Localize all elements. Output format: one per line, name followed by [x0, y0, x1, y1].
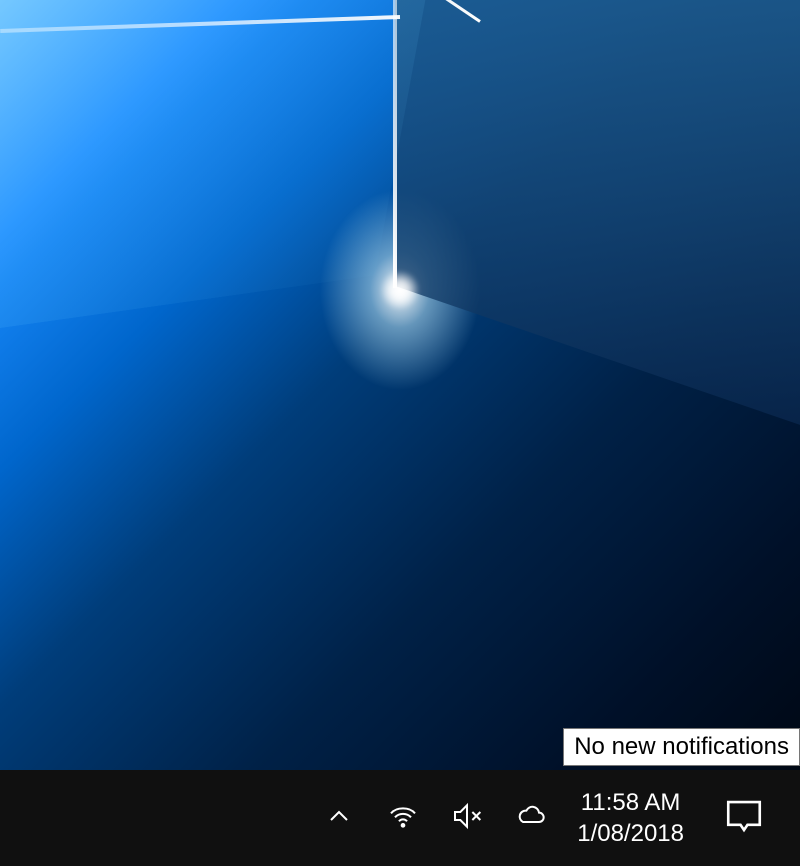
notification-icon: [723, 795, 765, 842]
cloud-icon: [515, 800, 547, 837]
wifi-icon: [387, 800, 419, 837]
network-tray-button[interactable]: [371, 770, 435, 866]
clock-time: 11:58 AM: [581, 787, 681, 818]
action-center-button[interactable]: [698, 770, 790, 866]
taskbar-clock[interactable]: 11:58 AM 1/08/2018: [563, 770, 698, 866]
taskbar: 11:58 AM 1/08/2018: [0, 770, 800, 866]
wallpaper-decoration: [395, 0, 800, 430]
clock-date: 1/08/2018: [577, 818, 684, 849]
volume-tray-button[interactable]: [435, 770, 499, 866]
tray-overflow-button[interactable]: [307, 770, 371, 866]
action-center-tooltip: No new notifications: [563, 728, 800, 766]
chevron-up-icon: [323, 800, 355, 837]
wallpaper-decoration: [393, 0, 397, 288]
volume-muted-icon: [451, 800, 483, 837]
onedrive-tray-button[interactable]: [499, 770, 563, 866]
wallpaper-decoration: [380, 270, 420, 310]
desktop-wallpaper[interactable]: [0, 0, 800, 770]
